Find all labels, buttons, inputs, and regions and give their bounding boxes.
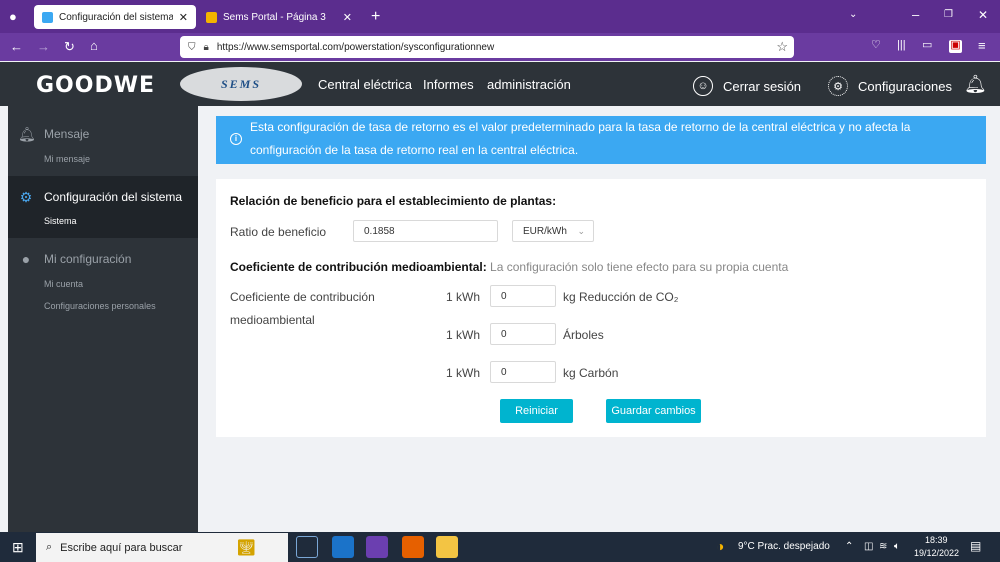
url-text: https://www.semsportal.com/powerstation/… (216, 41, 495, 53)
co2-input[interactable] (490, 285, 556, 307)
carbon-unit-label: kg Carbón (563, 366, 619, 380)
section-title-coeficiente: Coeficiente de contribución medioambient… (230, 260, 788, 274)
search-icon: ⌕ (46, 541, 53, 553)
section-title-coeficiente-text: Coeficiente de contribución medioambient… (230, 260, 487, 274)
cloud-icon (42, 11, 53, 23)
arboles-unit-label: Árboles (563, 328, 604, 342)
close-window-icon[interactable]: ✕ (978, 9, 988, 21)
unit-select[interactable]: EUR/kWh ⌄ (512, 220, 594, 242)
library-icon[interactable]: ||| (897, 40, 906, 51)
section-hint: La configuración solo tiene efecto para … (490, 260, 789, 274)
reload-icon[interactable]: ↻ (64, 40, 75, 53)
co2-unit-label: kg Reducción de CO₂ (563, 290, 679, 304)
new-tab-icon[interactable]: + (371, 9, 380, 25)
shield-icon: ⛉ (188, 41, 196, 53)
sidebar: 🔔︎ Mensaje Mi mensaje ⚙ Configuración de… (8, 106, 198, 532)
row-prefix: 1 kWh (446, 290, 481, 304)
nav-informes[interactable]: Informes (423, 77, 474, 92)
nav-administracion[interactable]: administración (487, 77, 571, 92)
ratio-input[interactable] (353, 220, 498, 242)
game-icon[interactable] (366, 536, 388, 558)
mail-icon[interactable] (332, 536, 354, 558)
sidebar-item-mensaje[interactable]: Mensaje (44, 127, 89, 141)
list-tabs-icon[interactable]: ⌄ (849, 10, 857, 20)
app-menu-icon[interactable]: ≡ (978, 39, 986, 52)
row-prefix: 1 kWh (446, 328, 481, 342)
back-icon[interactable]: ← (10, 40, 23, 53)
sidebar-item-mi-mensaje[interactable]: Mi mensaje (44, 154, 90, 164)
bell-icon: 🔔︎ (18, 126, 36, 142)
sems-logo[interactable]: SEMS (180, 67, 302, 101)
carbon-input[interactable] (490, 361, 556, 383)
tab-label: Configuración del sistema - SEMS (59, 11, 173, 23)
section-title-beneficio: Relación de beneficio para el establecim… (230, 194, 557, 208)
tray-arrow-icon[interactable]: ⌃ (845, 541, 853, 552)
sidebar-item-configuracion-sistema[interactable]: Configuración del sistema (44, 190, 182, 204)
tab-configuracion[interactable]: Configuración del sistema - SEMS ✕ (34, 5, 196, 29)
address-bar[interactable]: ⛉ 🔒︎ https://www.semsportal.com/powersta… (180, 36, 794, 58)
tab-sems-portal[interactable]: Sems Portal - Página 3 ✕ (198, 5, 360, 29)
settings-label: Configuraciones (858, 78, 952, 94)
logout-label: Cerrar sesión (723, 78, 802, 94)
sidebar-item-configuraciones-personales[interactable]: Configuraciones personales (44, 301, 156, 311)
pocket-icon[interactable]: ♡ (871, 40, 881, 51)
save-button[interactable]: Guardar cambios (606, 399, 701, 423)
sidebar-active-background (8, 176, 198, 238)
firefox-menu-icon[interactable]: ● (9, 10, 17, 23)
reset-button[interactable]: Reiniciar (500, 399, 573, 423)
gear-icon: ⚙ (19, 189, 33, 205)
chevron-down-icon: ⌄ (577, 225, 585, 236)
weather-icon: ◑ (716, 538, 725, 554)
file-explorer-icon[interactable] (436, 536, 458, 558)
search-placeholder: Escribe aquí para buscar (60, 541, 183, 554)
ratio-label: Ratio de beneficio (230, 225, 327, 239)
forward-icon[interactable]: → (37, 40, 50, 53)
sidebar-item-sistema[interactable]: Sistema (44, 216, 77, 226)
notification-center-icon[interactable]: ▤ (970, 539, 981, 553)
info-alert: i Esta configuración de tasa de retorno … (216, 116, 986, 164)
close-tab-icon[interactable]: ✕ (343, 11, 352, 24)
gear-icon: ⚙ (828, 76, 848, 96)
coef-label: Coeficiente de contribución medioambient… (230, 290, 375, 327)
goodwe-logo[interactable]: GOODWE (36, 73, 155, 98)
menorah-icon: 🕎︎ (236, 540, 257, 557)
wifi-icon[interactable]: ≋ (879, 541, 887, 552)
clock-time[interactable]: 18:39 (925, 535, 948, 545)
task-view-icon[interactable] (296, 536, 318, 558)
sems-favicon-icon (206, 11, 217, 23)
taskbar-search[interactable]: ⌕ Escribe aquí para buscar 🕎︎ (36, 533, 288, 562)
notification-bell-icon[interactable]: 🔔︎ (964, 74, 987, 95)
extension-icon[interactable]: ▣ (949, 40, 962, 53)
lock-icon: 🔒︎ (203, 41, 209, 53)
restore-icon[interactable]: ❐ (944, 10, 953, 20)
tab-label: Sems Portal - Página 3 (223, 11, 326, 23)
sidebar-item-mi-configuracion[interactable]: Mi configuración (44, 252, 131, 266)
windows-start-icon[interactable]: ⊞ (12, 539, 24, 556)
user-icon: ● (21, 251, 31, 267)
weather-text[interactable]: 9°C Prac. despejado (738, 541, 830, 552)
firefox-taskbar-icon[interactable] (402, 536, 424, 558)
config-card: Relación de beneficio para el establecim… (216, 179, 986, 437)
logout-link[interactable]: ☺ Cerrar sesión (693, 76, 801, 96)
sidebar-item-mi-cuenta[interactable]: Mi cuenta (44, 279, 83, 289)
info-icon: i (230, 133, 242, 145)
settings-link[interactable]: ⚙ Configuraciones (828, 76, 952, 96)
alert-text: Esta configuración de tasa de retorno es… (250, 120, 911, 157)
row-prefix: 1 kWh (446, 366, 481, 380)
clock-date[interactable]: 19/12/2022 (914, 548, 959, 558)
network-icon[interactable]: ◫ (864, 541, 873, 552)
unit-select-value: EUR/kWh (523, 225, 567, 237)
browser-tab-bar: ● Configuración del sistema - SEMS ✕ Sem… (0, 0, 1000, 33)
user-circle-icon: ☺ (693, 76, 713, 96)
nav-central-electrica[interactable]: Central eléctrica (318, 77, 412, 92)
arboles-input[interactable] (490, 323, 556, 345)
volume-icon[interactable]: 🔈︎ (894, 541, 900, 552)
bookmark-star-icon[interactable]: ☆ (776, 39, 788, 55)
close-tab-icon[interactable]: ✕ (179, 11, 188, 24)
home-icon[interactable]: ⌂ (90, 39, 98, 52)
sidebar-toggle-icon[interactable]: ▭ (922, 40, 932, 51)
minimize-icon[interactable]: – (912, 8, 919, 21)
